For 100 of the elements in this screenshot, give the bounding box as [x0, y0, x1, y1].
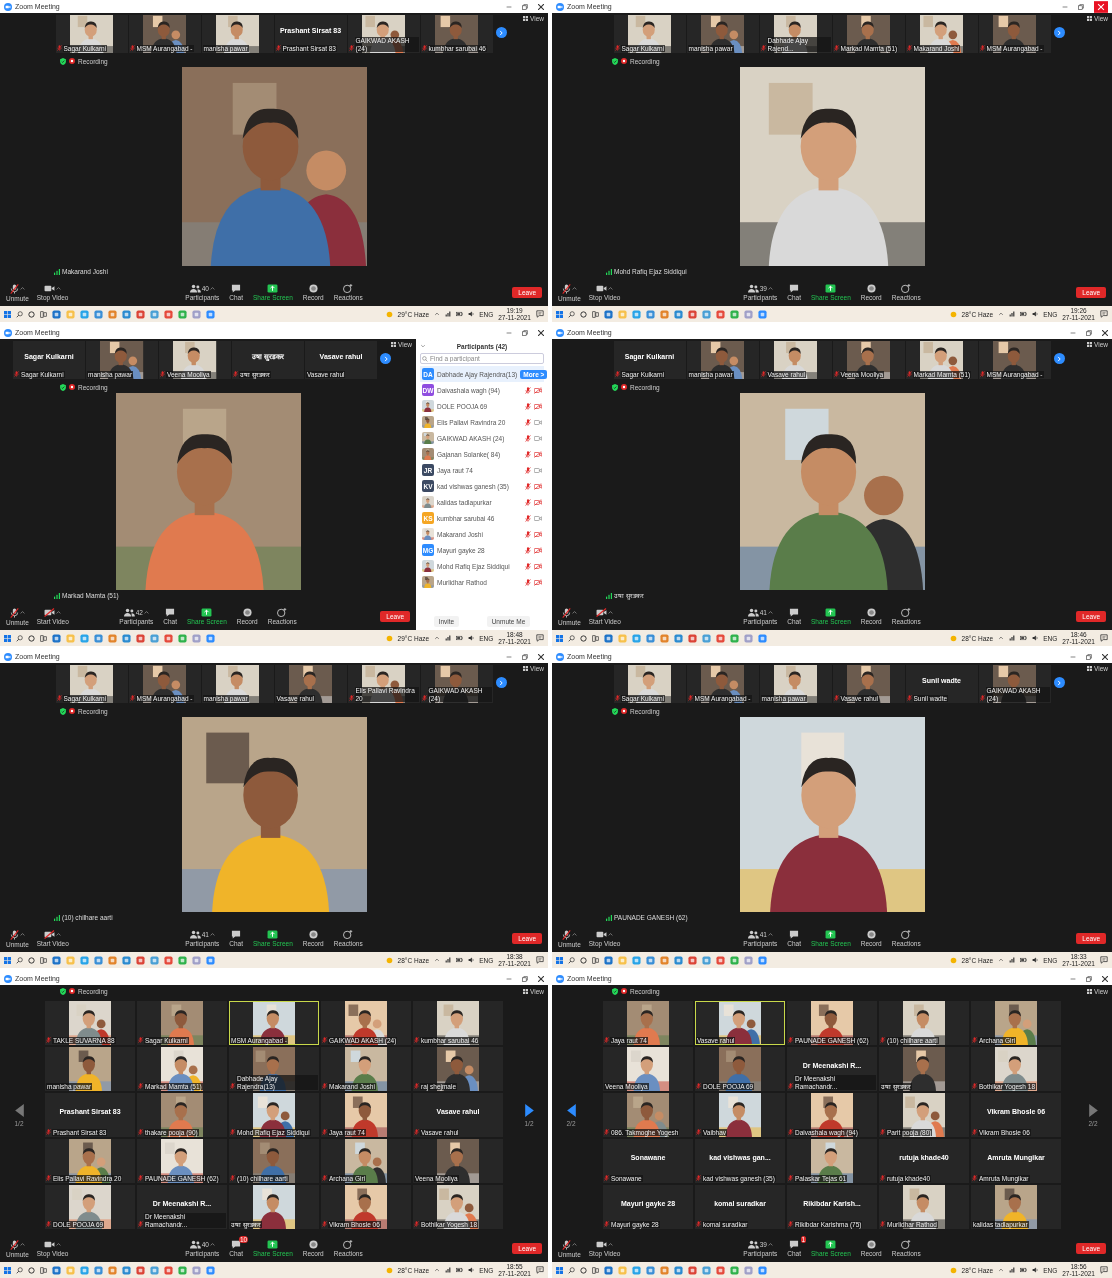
notification-icon[interactable]: [1100, 310, 1108, 318]
app-icon[interactable]: [52, 1265, 61, 1275]
caret-icon[interactable]: [56, 286, 62, 291]
close-icon[interactable]: [1102, 653, 1108, 660]
app-icon[interactable]: [688, 633, 697, 643]
windows-logo-icon[interactable]: [556, 310, 563, 318]
app-icon[interactable]: [192, 309, 201, 319]
task-view-icon[interactable]: [40, 1266, 47, 1274]
previous-page-button[interactable]: [566, 1103, 576, 1117]
caret-icon[interactable]: [19, 932, 25, 937]
app-icon[interactable]: [206, 955, 215, 965]
app-icon[interactable]: [136, 633, 145, 643]
app-icon[interactable]: [150, 955, 159, 965]
close-icon[interactable]: [1102, 975, 1108, 982]
app-icon[interactable]: [702, 1265, 711, 1275]
app-icon[interactable]: [660, 633, 669, 643]
next-page-button[interactable]: [1053, 27, 1065, 38]
speaker-icon[interactable]: [468, 957, 475, 963]
app-icon[interactable]: [150, 633, 159, 643]
speaker-icon[interactable]: [468, 635, 475, 641]
caret-icon[interactable]: [767, 286, 773, 291]
app-icon[interactable]: [744, 309, 753, 319]
previous-page-button[interactable]: [14, 1103, 24, 1117]
battery-icon[interactable]: [456, 1267, 464, 1273]
speaker-icon[interactable]: [1032, 1267, 1039, 1273]
battery-icon[interactable]: [1020, 311, 1028, 317]
restore-icon[interactable]: [522, 3, 528, 10]
restore-icon[interactable]: [1086, 975, 1092, 982]
battery-icon[interactable]: [1020, 635, 1028, 641]
circle-icon[interactable]: [28, 310, 35, 318]
app-icon[interactable]: [730, 955, 739, 965]
notification-icon[interactable]: [1100, 956, 1108, 964]
circle-icon[interactable]: [580, 310, 587, 318]
app-icon[interactable]: [94, 955, 103, 965]
windows-logo-icon[interactable]: [556, 634, 563, 642]
task-view-icon[interactable]: [592, 310, 599, 318]
app-icon[interactable]: [136, 309, 145, 319]
app-icon[interactable]: [688, 1265, 697, 1275]
app-icon[interactable]: [178, 633, 187, 643]
caret-icon[interactable]: [209, 286, 215, 291]
windows-logo-icon[interactable]: [556, 1266, 563, 1274]
chevron-up-icon[interactable]: [434, 311, 441, 317]
app-icon[interactable]: [206, 309, 215, 319]
app-icon[interactable]: [192, 1265, 201, 1275]
app-icon[interactable]: [108, 309, 117, 319]
task-view-icon[interactable]: [40, 634, 47, 642]
chevron-up-icon[interactable]: [434, 1267, 441, 1273]
speaker-icon[interactable]: [1032, 311, 1039, 317]
app-icon[interactable]: [178, 1265, 187, 1275]
caret-icon[interactable]: [571, 610, 577, 615]
search-icon[interactable]: [16, 634, 23, 642]
app-icon[interactable]: [604, 1265, 613, 1275]
speaker-icon[interactable]: [468, 1267, 475, 1273]
close-icon[interactable]: [538, 329, 544, 336]
app-icon[interactable]: [660, 309, 669, 319]
restore-icon[interactable]: [522, 329, 528, 336]
app-icon[interactable]: [674, 955, 683, 965]
network-icon[interactable]: [1009, 311, 1016, 317]
app-icon[interactable]: [604, 955, 613, 965]
caret-icon[interactable]: [19, 1242, 25, 1247]
app-icon[interactable]: [122, 633, 131, 643]
battery-icon[interactable]: [456, 635, 464, 641]
network-icon[interactable]: [1009, 1267, 1016, 1273]
close-icon[interactable]: [1102, 329, 1108, 336]
battery-icon[interactable]: [456, 957, 464, 963]
search-icon[interactable]: [568, 1266, 575, 1274]
restore-icon[interactable]: [522, 653, 528, 660]
app-icon[interactable]: [192, 633, 201, 643]
chevron-up-icon[interactable]: [998, 1267, 1005, 1273]
battery-icon[interactable]: [456, 311, 464, 317]
app-icon[interactable]: [660, 1265, 669, 1275]
circle-icon[interactable]: [28, 634, 35, 642]
app-icon[interactable]: [716, 955, 725, 965]
notification-icon[interactable]: [536, 1266, 544, 1274]
app-icon[interactable]: [702, 633, 711, 643]
app-icon[interactable]: [108, 633, 117, 643]
speaker-icon[interactable]: [468, 311, 475, 317]
restore-icon[interactable]: [1086, 329, 1092, 336]
app-icon[interactable]: [744, 1265, 753, 1275]
notification-icon[interactable]: [1100, 634, 1108, 642]
app-icon[interactable]: [730, 309, 739, 319]
chevron-up-icon[interactable]: [434, 957, 441, 963]
app-icon[interactable]: [164, 955, 173, 965]
close-icon[interactable]: [538, 653, 544, 660]
caret-icon[interactable]: [571, 286, 577, 291]
notification-icon[interactable]: [536, 634, 544, 642]
caret-icon[interactable]: [143, 610, 149, 615]
windows-logo-icon[interactable]: [4, 956, 11, 964]
search-icon[interactable]: [568, 634, 575, 642]
app-icon[interactable]: [178, 955, 187, 965]
app-icon[interactable]: [136, 1265, 145, 1275]
network-icon[interactable]: [445, 311, 452, 317]
windows-logo-icon[interactable]: [4, 310, 11, 318]
windows-logo-icon[interactable]: [556, 956, 563, 964]
chevron-up-icon[interactable]: [998, 635, 1005, 641]
app-icon[interactable]: [716, 309, 725, 319]
network-icon[interactable]: [445, 1267, 452, 1273]
app-icon[interactable]: [632, 309, 641, 319]
app-icon[interactable]: [164, 633, 173, 643]
next-page-button[interactable]: [1053, 677, 1065, 688]
